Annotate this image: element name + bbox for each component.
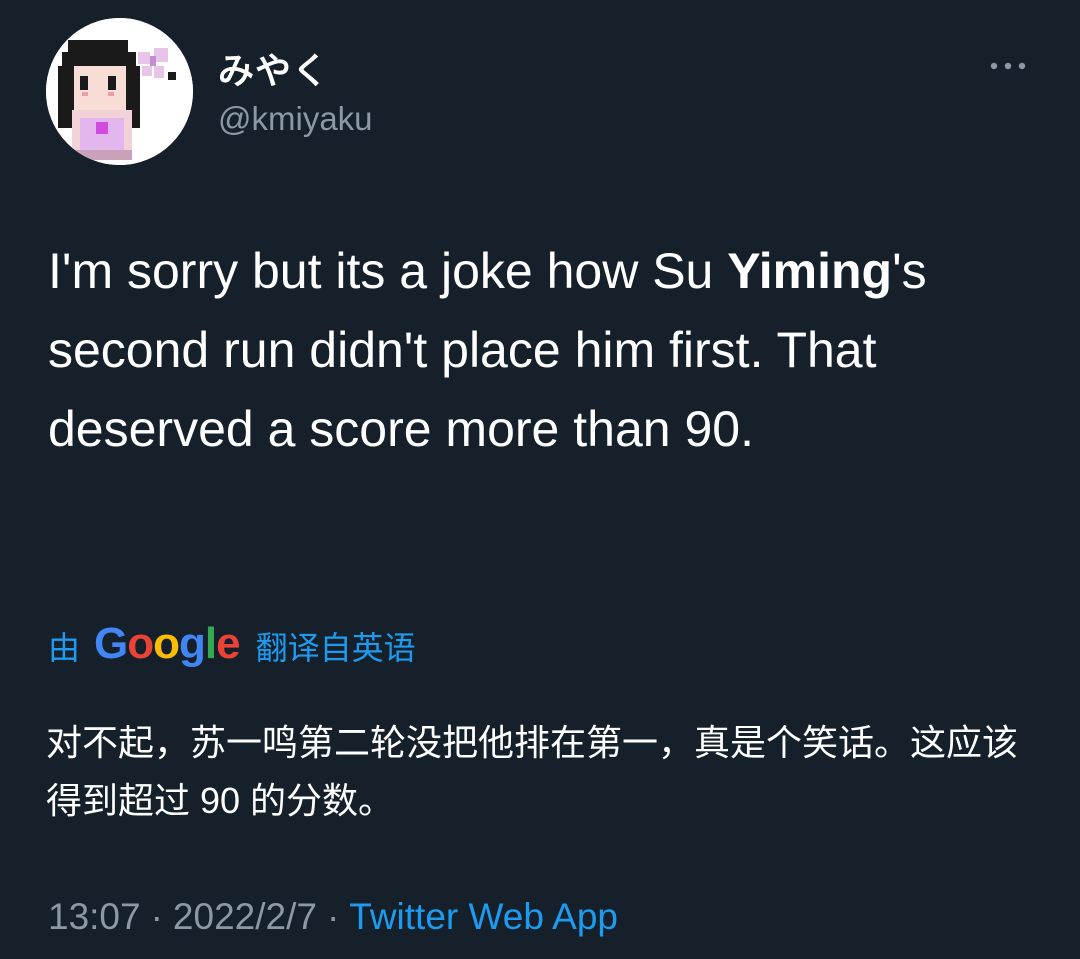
tweet-text: I'm sorry but its a joke how Su Yiming's…	[48, 232, 1038, 469]
tweet: みやく @kmiyaku I'm sorry but its a joke ho…	[0, 0, 1080, 959]
tweet-source-link[interactable]: Twitter Web App	[349, 896, 618, 937]
google-logo: Google	[94, 619, 241, 669]
translated-text: 对不起，苏一鸣第二轮没把他排在第一，真是个笑话。这应该得到超过 90 的分数。	[46, 722, 1019, 821]
meta-separator: ·	[326, 896, 340, 937]
user-handle[interactable]: @kmiyaku	[218, 100, 373, 138]
avatar-image	[46, 18, 193, 165]
google-logo-letter: o	[127, 619, 154, 668]
tweet-text-bold-name: Yiming	[727, 243, 893, 299]
translation-attribution[interactable]: 由 Google 翻译自英语	[48, 618, 416, 674]
tweet-time[interactable]: 13:07	[48, 896, 141, 937]
translated-by-suffix: 翻译自英语	[255, 630, 416, 666]
google-logo-letter: G	[94, 619, 128, 668]
avatar[interactable]	[46, 18, 193, 165]
more-horizontal-icon	[990, 62, 1026, 70]
google-logo-letter: o	[153, 619, 180, 668]
tweet-text-part1: I'm sorry but its a joke how Su	[48, 243, 728, 299]
tweet-meta: 13:07 · 2022/2/7 · Twitter Web App	[48, 896, 618, 938]
google-logo-letter: l	[204, 619, 217, 668]
display-name[interactable]: みやく	[218, 42, 329, 94]
google-logo-letter: g	[179, 619, 206, 668]
google-logo-letter: e	[216, 619, 241, 668]
translated-by-prefix: 由	[48, 630, 81, 666]
meta-separator: ·	[150, 896, 163, 937]
more-options-button[interactable]	[982, 48, 1034, 84]
tweet-date[interactable]: 2022/2/7	[173, 896, 317, 937]
